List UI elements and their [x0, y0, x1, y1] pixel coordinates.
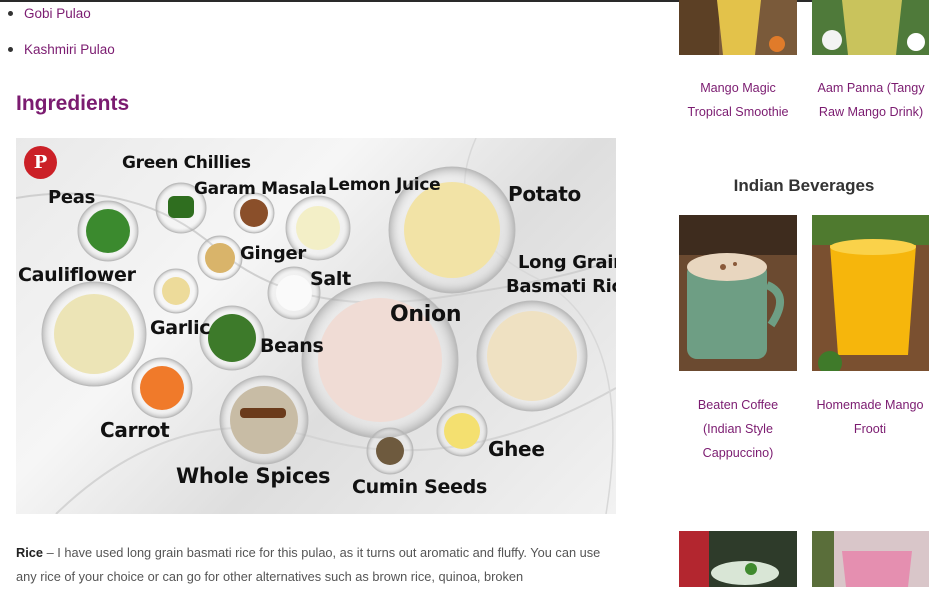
ingredients-heading: Ingredients: [16, 92, 130, 115]
label-cumin-seeds: Cumin Seeds: [352, 476, 487, 498]
list-item[interactable]: Kashmiri Pulao: [8, 42, 208, 57]
bullet-dot: [8, 10, 13, 16]
label-salt: Salt: [310, 268, 351, 290]
label-lemon-juice: Lemon Juice: [328, 175, 441, 195]
label-garlic: Garlic: [150, 317, 211, 339]
label-whole-spices: Whole Spices: [176, 464, 331, 488]
list-item[interactable]: Gobi Pulao: [8, 6, 208, 21]
label-garam-masala: Garam Masala: [194, 179, 327, 199]
caption-line: Cappuccino): [702, 446, 774, 460]
term-rice: Rice: [16, 545, 44, 560]
bullet-dot: [8, 46, 13, 52]
caption-line: Tropical Smoothie: [687, 105, 789, 119]
thumb-beaten-coffee[interactable]: [679, 215, 797, 371]
label-potato: Potato: [508, 182, 581, 206]
pinterest-icon[interactable]: P: [24, 146, 57, 179]
label-peas: Peas: [48, 187, 96, 208]
thumb-mango-magic[interactable]: [679, 0, 797, 55]
caption-line: Mango Magic: [700, 81, 776, 95]
thumb-next-beverage-1[interactable]: [679, 531, 797, 587]
label-onion: Onion: [390, 302, 462, 327]
link-gobi-pulao[interactable]: Gobi Pulao: [24, 6, 91, 21]
thumb-mango-frooti[interactable]: [812, 215, 929, 371]
label-long-grain: Long Grain: [518, 252, 616, 273]
label-carrot: Carrot: [100, 418, 170, 442]
thumb-next-beverage-2[interactable]: [812, 531, 929, 587]
label-cauliflower: Cauliflower: [18, 264, 136, 286]
card-caption-aam-panna[interactable]: Aam Panna (Tangy Raw Mango Drink): [806, 76, 929, 124]
card-caption-beaten-coffee[interactable]: Beaten Coffee (Indian Style Cappuccino): [673, 393, 803, 465]
caption-line: Aam Panna (Tangy: [817, 81, 925, 95]
label-green-chillies: Green Chillies: [122, 153, 251, 173]
caption-line: (Indian Style: [702, 422, 773, 436]
thumb-aam-panna[interactable]: [812, 0, 929, 55]
caption-line: Frooti: [853, 422, 887, 436]
label-beans: Beans: [260, 335, 324, 357]
link-kashmiri-pulao[interactable]: Kashmiri Pulao: [24, 42, 115, 57]
caption-line: Raw Mango Drink): [818, 105, 924, 119]
card-caption-mango-magic[interactable]: Mango Magic Tropical Smoothie: [673, 76, 803, 124]
caption-line: Homemade Mango: [816, 398, 924, 412]
indian-beverages-heading: Indian Beverages: [733, 176, 875, 195]
label-ginger: Ginger: [240, 243, 306, 264]
ingredients-image: P Green Chillies Garam Masala Lemon Juic…: [16, 138, 616, 514]
rice-text: – I have used long grain basmati rice fo…: [16, 545, 601, 584]
label-basmati-rice: Basmati Rice: [506, 276, 616, 297]
label-ghee: Ghee: [488, 437, 545, 461]
caption-line: Beaten Coffee: [697, 398, 779, 412]
card-caption-mango-frooti[interactable]: Homemade Mango Frooti: [806, 393, 929, 441]
rice-description: Rice – I have used long grain basmati ri…: [16, 541, 616, 589]
